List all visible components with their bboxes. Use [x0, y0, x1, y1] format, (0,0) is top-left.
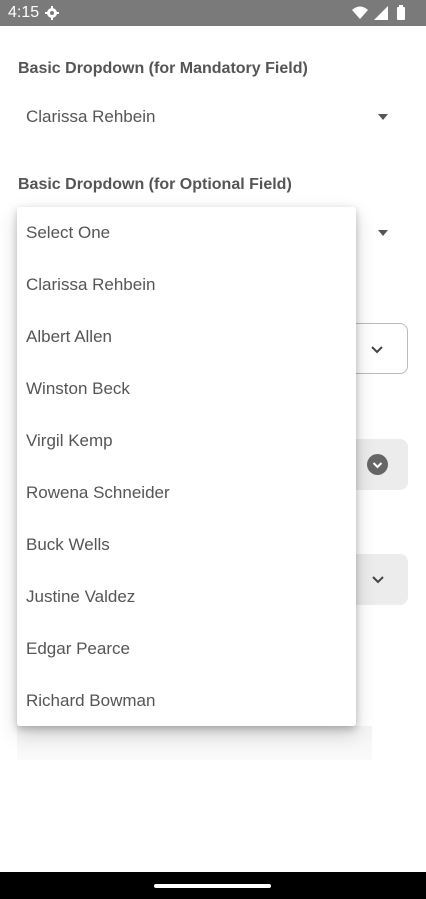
dropdown-menu: Select One Clarissa Rehbein Albert Allen… — [17, 207, 356, 726]
mandatory-label: Basic Dropdown (for Mandatory Field) — [18, 60, 308, 77]
mandatory-dropdown[interactable]: Clarissa Rehbein — [18, 93, 408, 141]
chevron-circle-icon — [367, 454, 388, 475]
menu-item[interactable]: Buck Wells — [17, 519, 356, 571]
menu-item[interactable]: Edgar Pearce — [17, 623, 356, 675]
chevron-down-icon — [372, 576, 384, 584]
caret-down-icon — [378, 230, 388, 236]
menu-backdrop — [17, 726, 372, 760]
status-time: 4:15 — [8, 4, 40, 21]
battery-icon — [397, 7, 405, 20]
navigation-bar — [0, 872, 426, 899]
menu-item[interactable]: Rowena Schneider — [17, 467, 356, 519]
mandatory-selected-value: Clarissa Rehbein — [26, 107, 156, 126]
home-handle[interactable] — [154, 884, 271, 888]
menu-item[interactable]: Justine Valdez — [17, 571, 356, 623]
gear-icon — [45, 6, 59, 20]
status-icons — [352, 5, 405, 20]
status-bar: 4:15 — [0, 0, 426, 26]
menu-item[interactable]: Richard Bowman — [17, 675, 356, 727]
chevron-down-icon — [371, 346, 383, 354]
caret-down-icon — [378, 114, 388, 120]
menu-item-select-one[interactable]: Select One — [17, 207, 356, 259]
menu-item[interactable]: Winston Beck — [17, 363, 356, 415]
menu-item[interactable]: Virgil Kemp — [17, 415, 356, 467]
wifi-icon — [352, 6, 368, 19]
menu-item[interactable]: Clarissa Rehbein — [17, 259, 356, 311]
optional-label: Basic Dropdown (for Optional Field) — [18, 176, 292, 193]
menu-item[interactable]: Albert Allen — [17, 311, 356, 363]
signal-icon — [374, 6, 388, 20]
